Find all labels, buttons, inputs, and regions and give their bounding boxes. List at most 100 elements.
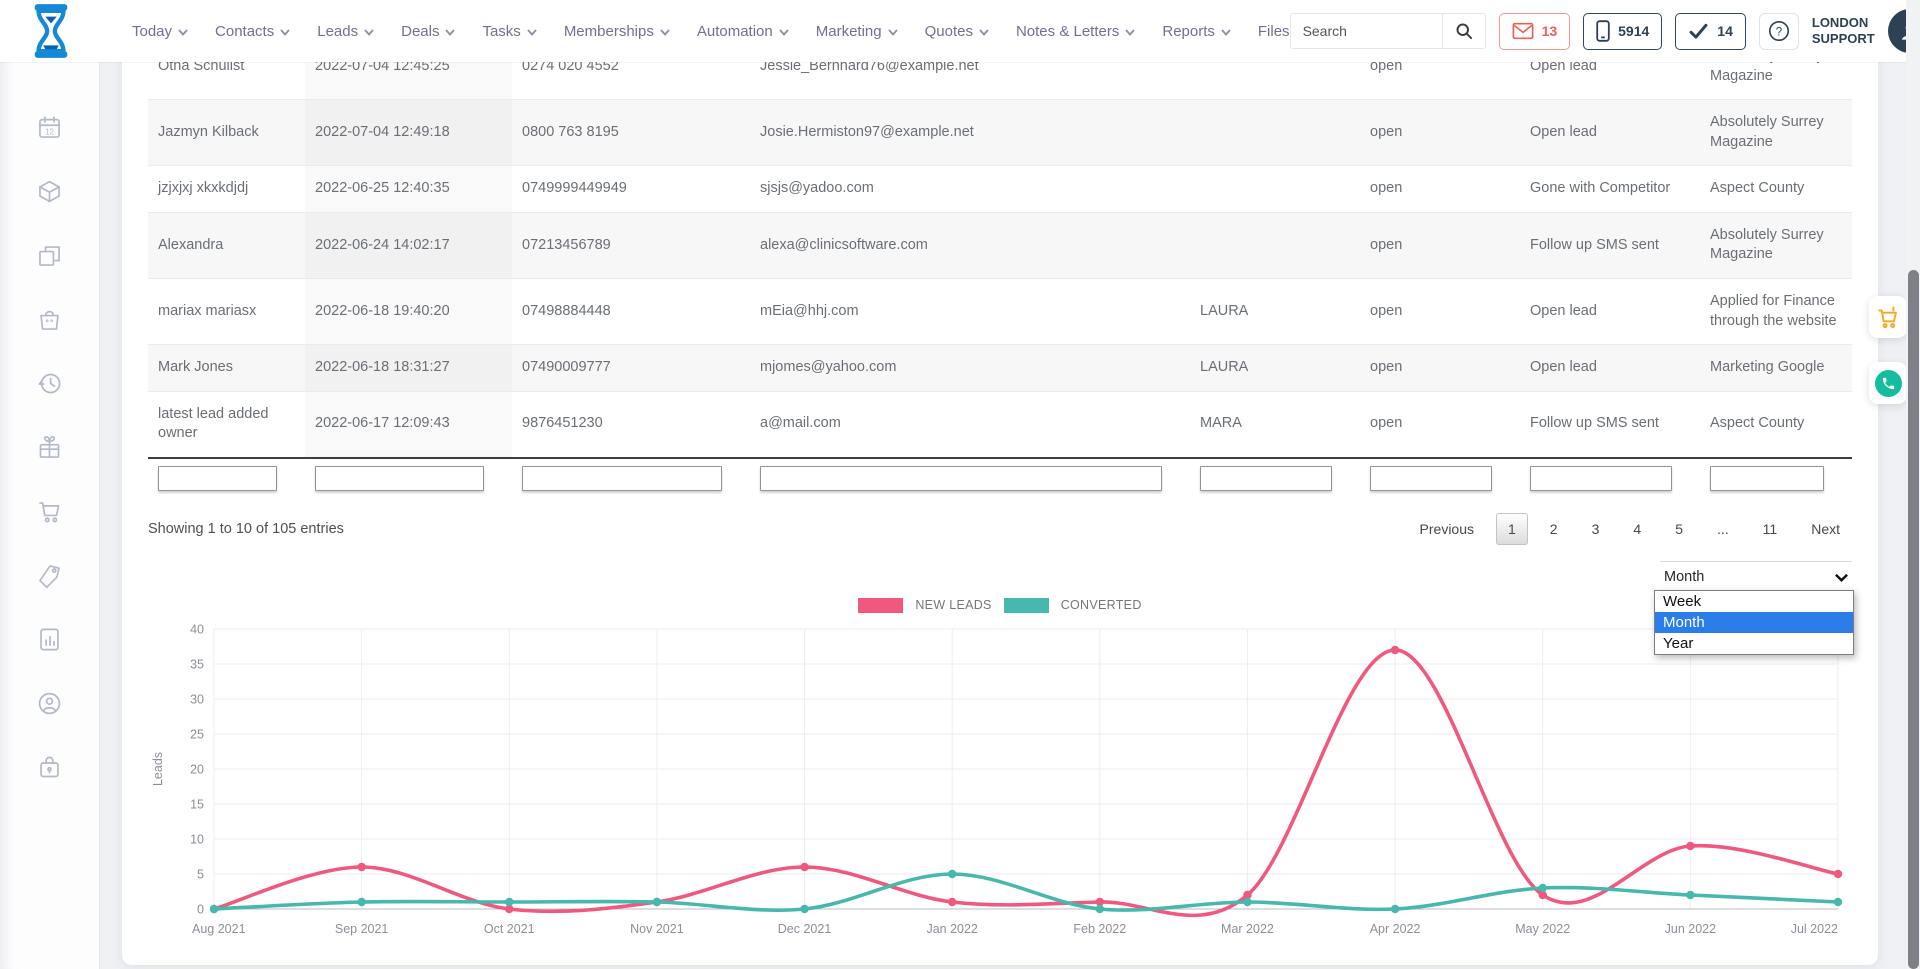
chevron-down-icon	[178, 29, 188, 36]
nav-item-automation[interactable]: Automation	[697, 23, 789, 40]
table-row[interactable]: latest lead added owner2022-06-17 12:09:…	[148, 391, 1852, 458]
pagination-previous[interactable]: Previous	[1408, 513, 1486, 545]
svg-text:20: 20	[190, 762, 204, 776]
sidebar-item-price-tag-icon[interactable]	[36, 562, 63, 589]
email-notifications-badge[interactable]: 13	[1499, 13, 1571, 50]
price-tag-icon	[36, 562, 63, 589]
pagination-ellipsis: ...	[1705, 513, 1741, 545]
call-floating-button[interactable]	[1869, 362, 1907, 404]
pagination-page-4[interactable]: 4	[1621, 513, 1653, 545]
svg-text:40: 40	[190, 622, 204, 636]
cell-name: Alexandra	[148, 212, 305, 278]
tasks-badge[interactable]: 14	[1675, 13, 1746, 50]
pagination-page-11[interactable]: 11	[1751, 513, 1790, 545]
table-row[interactable]: Mark Jones2022-06-18 18:31:2707490009777…	[148, 345, 1852, 392]
table-row[interactable]: mariax mariasx2022-06-18 19:40:200749888…	[148, 278, 1852, 344]
filter-input-email[interactable]	[760, 466, 1162, 491]
cell-date: 2022-06-24 14:02:17	[305, 212, 512, 278]
svg-text:5: 5	[197, 867, 204, 881]
filter-input-phone[interactable]	[522, 466, 722, 491]
sidebar-item-support-icon[interactable]	[36, 690, 63, 717]
select-option-week[interactable]: Week	[1655, 591, 1853, 612]
sms-notifications-badge[interactable]: 5914	[1583, 13, 1662, 50]
svg-text:0: 0	[197, 902, 204, 916]
table-row[interactable]: Alexandra2022-06-24 14:02:1707213456789a…	[148, 212, 1852, 278]
filter-input-owner[interactable]	[1200, 466, 1332, 491]
shopping-bag-icon	[36, 306, 63, 333]
filter-input-lead_status[interactable]	[1530, 466, 1672, 491]
cell-status: open	[1360, 166, 1520, 213]
nav-item-files[interactable]: Files	[1258, 23, 1290, 40]
sidebar-item-shopping-bag-icon[interactable]	[36, 306, 63, 333]
nav-item-deals[interactable]: Deals	[401, 23, 455, 40]
svg-text:Leads: Leads	[151, 752, 165, 786]
filter-input-name[interactable]	[158, 466, 277, 491]
nav-item-quotes[interactable]: Quotes	[925, 23, 989, 40]
nav-item-tasks[interactable]: Tasks	[482, 23, 536, 40]
filter-input-date[interactable]	[315, 466, 484, 491]
app-logo-hourglass-icon[interactable]	[28, 3, 74, 59]
history-icon	[36, 370, 63, 397]
cart-icon	[36, 498, 63, 525]
pagination-page-5[interactable]: 5	[1663, 513, 1695, 545]
legend-swatch	[858, 598, 903, 613]
filter-input-source[interactable]	[1710, 466, 1824, 491]
pagination-page-1[interactable]: 1	[1496, 513, 1528, 545]
sidebar-item-gift-icon[interactable]	[36, 434, 63, 461]
cell-status: open	[1360, 100, 1520, 166]
nav-item-reports[interactable]: Reports	[1162, 23, 1231, 40]
sidebar-item-report-icon[interactable]	[36, 626, 63, 653]
search-input[interactable]	[1290, 13, 1442, 49]
chevron-down-icon	[364, 29, 374, 36]
scrollbar-thumb[interactable]	[1908, 270, 1919, 969]
sidebar-item-cart-icon[interactable]	[36, 498, 63, 525]
pagination-next[interactable]: Next	[1799, 513, 1852, 545]
nav-item-today[interactable]: Today	[132, 23, 188, 40]
gift-icon	[36, 434, 63, 461]
copy-icon	[36, 242, 63, 269]
chevron-down-icon	[280, 29, 290, 36]
nav-item-notes-letters[interactable]: Notes & Letters	[1016, 23, 1135, 40]
nav-item-contacts[interactable]: Contacts	[215, 23, 290, 40]
pagination-pages: 12345... 11	[1496, 513, 1789, 545]
pagination-page-2[interactable]: 2	[1538, 513, 1570, 545]
question-mark-icon: ?	[1767, 19, 1791, 43]
cell-owner	[1190, 212, 1360, 278]
svg-text:15: 15	[190, 797, 204, 811]
cell-status: open	[1360, 345, 1520, 392]
svg-text:35: 35	[190, 657, 204, 671]
nav-item-memberships[interactable]: Memberships	[564, 23, 670, 40]
sidebar-item-lock-icon[interactable]	[36, 754, 63, 781]
cell-email: alexa@clinicsoftware.com	[750, 212, 1190, 278]
pagination-page-3[interactable]: 3	[1580, 513, 1612, 545]
select-option-month[interactable]: Month	[1655, 612, 1853, 633]
svg-text:Apr 2022: Apr 2022	[1370, 922, 1421, 936]
nav-item-marketing[interactable]: Marketing	[816, 23, 898, 40]
chevron-down-icon	[1221, 29, 1231, 36]
select-option-year[interactable]: Year	[1655, 633, 1853, 654]
cell-status: open	[1360, 391, 1520, 458]
sidebar-item-history-icon[interactable]	[36, 370, 63, 397]
table-row[interactable]: jzjxjxj xkxkdjdj2022-06-25 12:40:3507499…	[148, 166, 1852, 213]
period-select[interactable]: Month	[1660, 561, 1852, 588]
pagination: Previous 12345... 11 Next	[1408, 513, 1852, 545]
cell-lead_status: Open lead	[1520, 100, 1700, 166]
help-button[interactable]: ?	[1759, 13, 1799, 50]
chevron-down-icon	[779, 29, 789, 36]
cell-status: open	[1360, 278, 1520, 344]
sidebar-item-package-icon[interactable]	[36, 178, 63, 205]
svg-text:30: 30	[190, 692, 204, 706]
sidebar-item-calendar-icon[interactable]: 12	[36, 114, 63, 141]
cart-floating-button[interactable]	[1869, 296, 1907, 338]
search-button[interactable]	[1442, 13, 1486, 49]
table-row[interactable]: Jazmyn Kilback2022-07-04 12:49:180800 76…	[148, 100, 1852, 166]
period-select-value: Month	[1664, 569, 1704, 585]
cell-phone: 07498884448	[512, 278, 750, 344]
cell-phone: 07490009777	[512, 345, 750, 392]
nav-item-leads[interactable]: Leads	[317, 23, 374, 40]
envelope-icon	[1512, 22, 1534, 40]
chevron-down-icon	[1125, 29, 1135, 36]
sidebar-item-copy-icon[interactable]	[36, 242, 63, 269]
svg-text:Dec 2021: Dec 2021	[778, 922, 832, 936]
filter-input-status[interactable]	[1370, 466, 1492, 491]
